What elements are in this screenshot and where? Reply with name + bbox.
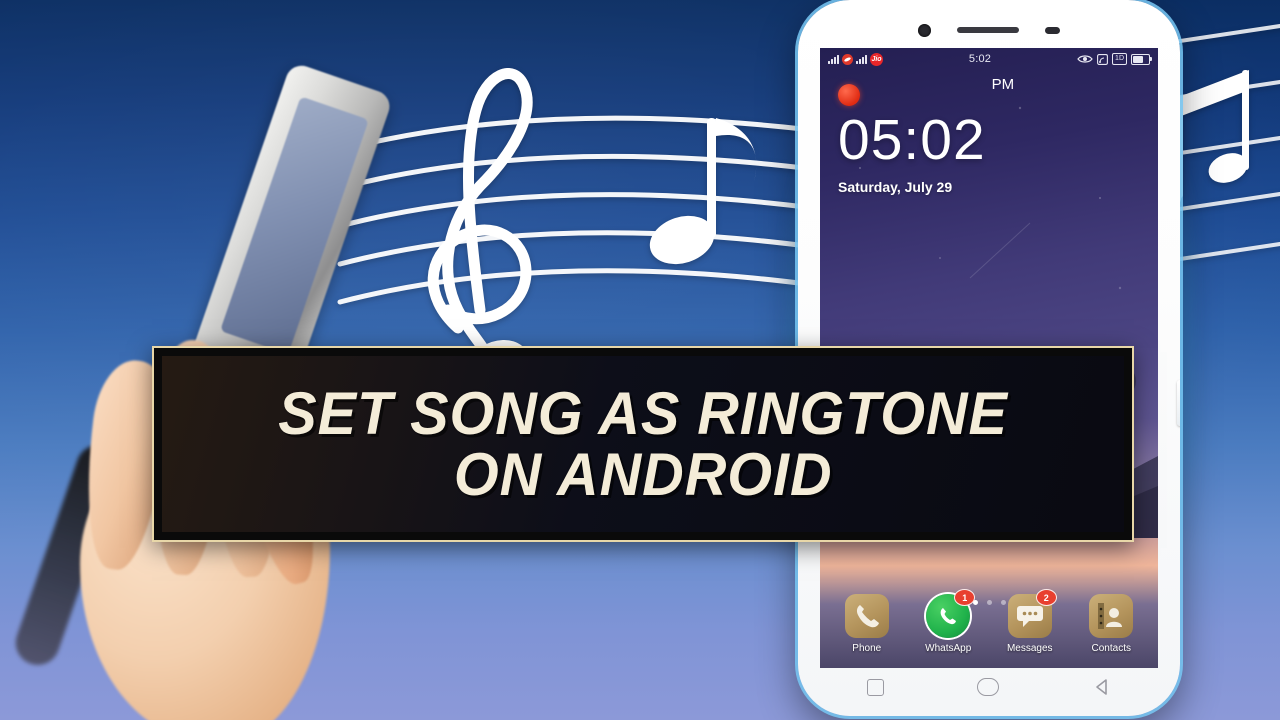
dock-item-whatsapp[interactable]: 1 WhatsApp [917,589,979,654]
title-banner: SET SONG AS RINGTONE ON ANDROID [152,346,1134,542]
eye-icon [1077,55,1093,63]
whatsapp-icon: 1 [926,589,976,638]
clock-meridiem: PM [991,76,1015,93]
proximity-sensor-icon [1045,26,1060,34]
clock-date: Saturday, July 29 [838,179,953,195]
dock-label: Phone [852,643,882,654]
dock-label: WhatsApp [925,643,972,654]
battery-icon [1131,53,1152,65]
phone-sensor-row [798,22,1180,38]
starfield-decoration [859,106,1122,290]
contacts-person-icon [1089,594,1134,638]
status-bar: Jio 5:02 1D [820,48,1158,70]
dock-item-contacts[interactable]: Contacts [1080,594,1142,654]
android-nav-bar [820,666,1158,708]
jio-badge-icon: Jio [870,52,883,66]
signal-bars-icon [856,54,867,64]
dock-item-messages[interactable]: 2 Messages [999,589,1061,654]
cast-icon [1097,53,1108,65]
video-thumbnail: Jio 5:02 1D 05:02PM Saturday, July 29 Ph… [0,0,1280,720]
notification-badge: 1 [954,589,976,606]
earpiece-speaker-icon [957,27,1019,33]
lock-screen-area: Jio 5:02 1D 05:02PM Saturday, July 29 [820,48,1158,348]
signal-bars-icon [828,54,839,64]
status-bar-left: Jio [828,52,883,66]
dock-label: Contacts [1091,643,1131,654]
title-line-2: ON ANDROID [453,441,833,508]
status-bar-time: 5:02 [968,53,992,65]
front-camera-icon [918,23,931,37]
back-triangle-icon[interactable] [1093,678,1111,696]
dock-item-phone[interactable]: Phone [836,594,898,654]
dock-label: Messages [1006,643,1053,654]
status-bar-right: 1D [1077,53,1152,65]
recents-square-icon[interactable] [866,678,884,696]
notification-badge: 2 [1035,589,1057,606]
lock-screen-clock: 05:02 PM Saturday, July 29 [838,76,1014,195]
title-banner-inner: SET SONG AS RINGTONE ON ANDROID [162,356,1124,532]
home-oval-icon[interactable] [977,678,1000,696]
operator-red-icon [842,53,853,65]
1d-badge-icon: 1D [1112,53,1127,65]
notification-dot [838,84,860,106]
message-bubble-icon: 2 [1007,589,1057,638]
power-button[interactable] [1177,380,1180,426]
clock-time: 05:02 [838,108,986,172]
home-dock: Phone 1 WhatsApp 2 Messages Contacts [826,589,1152,654]
phone-handset-icon [844,594,889,638]
title-line-1: SET SONG AS RINGTONE [278,379,1008,447]
